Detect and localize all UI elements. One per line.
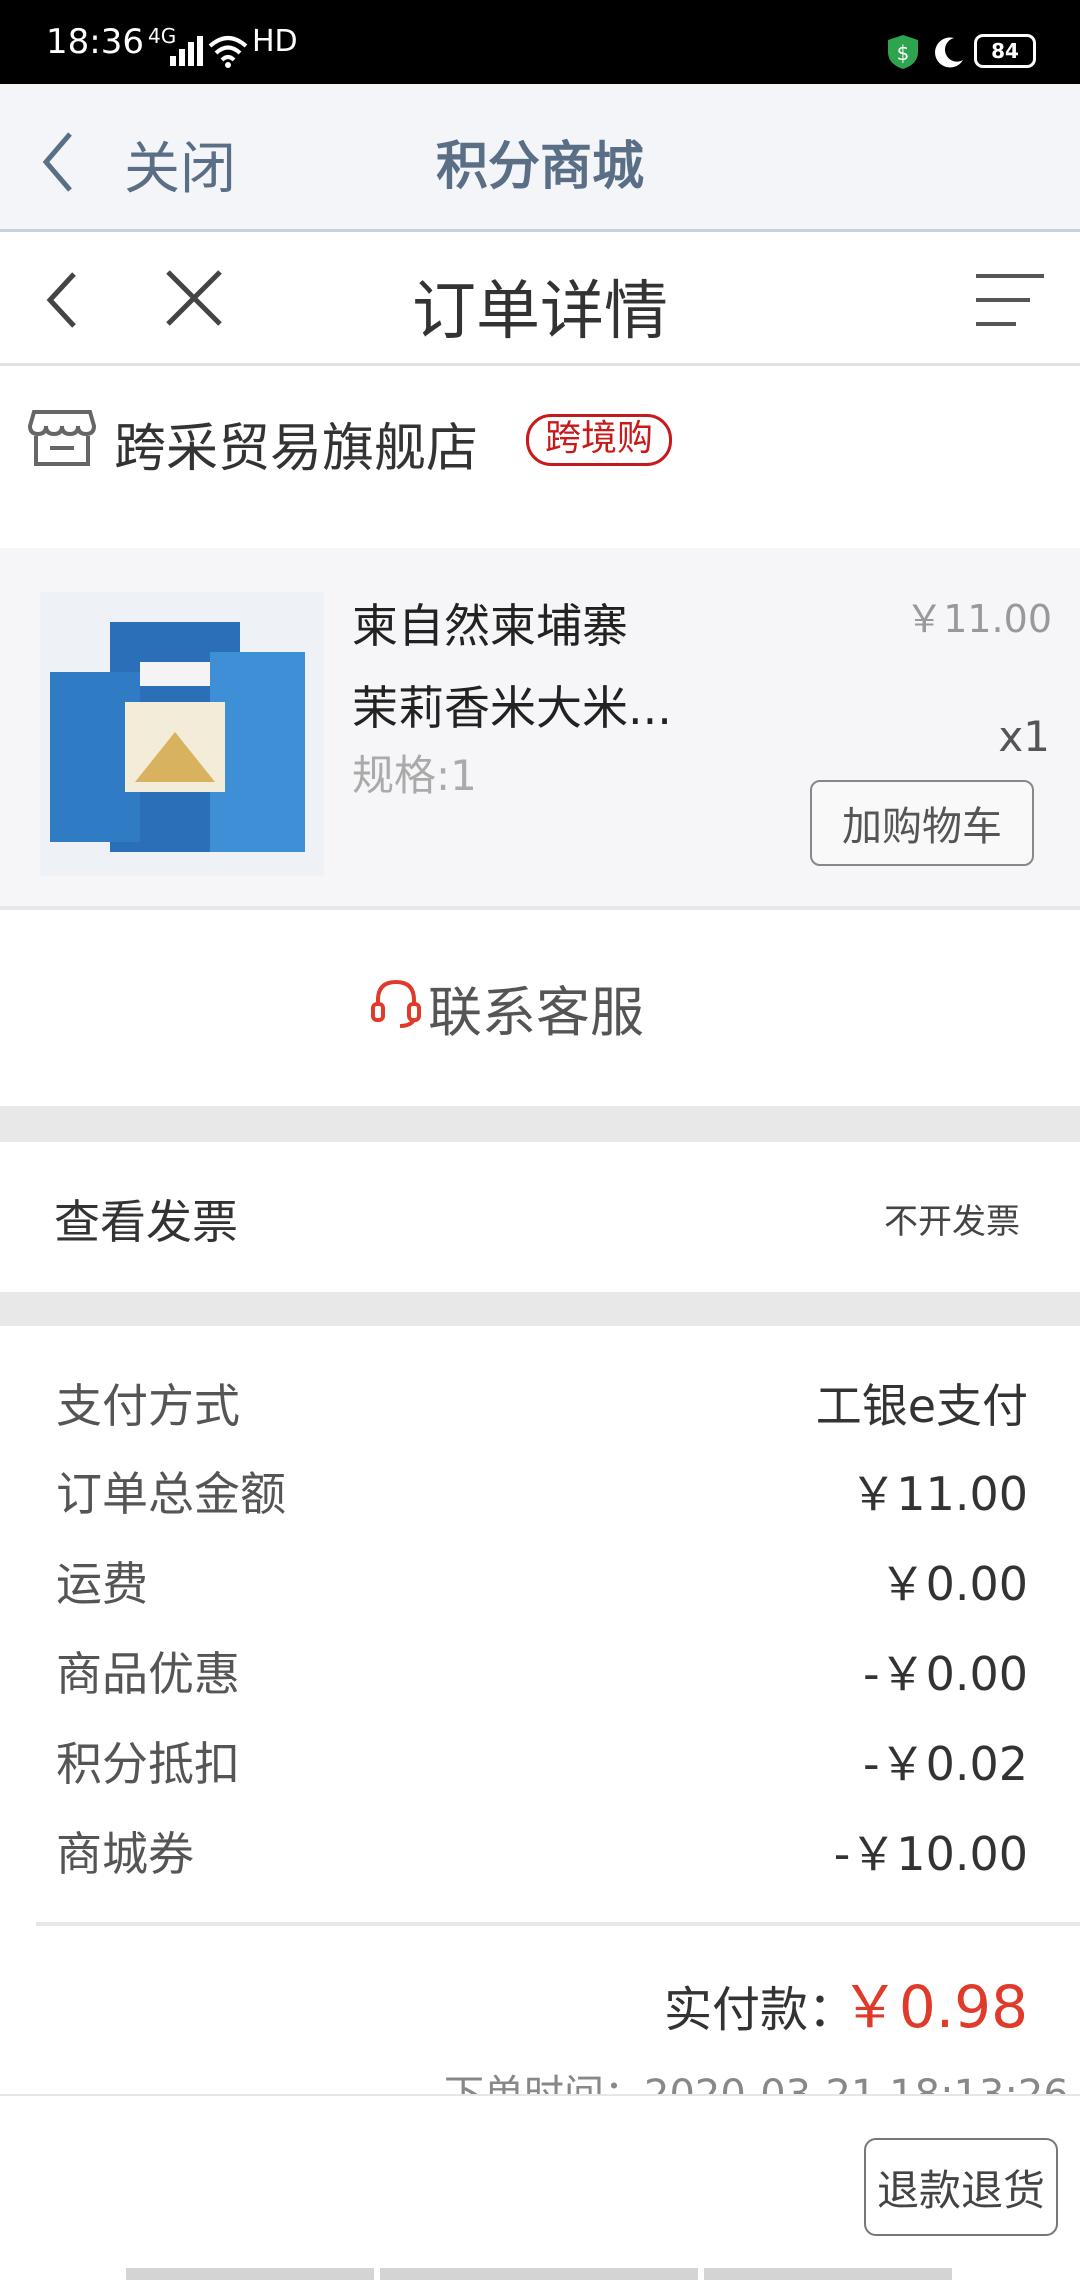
product-discount-label: 商品优惠 bbox=[56, 1647, 240, 1701]
product-discount-value: -￥0.00 bbox=[862, 1647, 1028, 1701]
section-divider bbox=[0, 1292, 1080, 1326]
headset-icon bbox=[371, 979, 421, 1028]
payment-method-label: 支付方式 bbox=[56, 1379, 240, 1433]
points-deduction-label: 积分抵扣 bbox=[56, 1737, 240, 1791]
product-image[interactable] bbox=[40, 592, 324, 876]
product-name-line2[interactable]: 茉莉香米大米... bbox=[352, 672, 672, 738]
amount-paid-label: 实付款： bbox=[664, 1982, 857, 2038]
store-name[interactable]: 跨采贸易旗舰店 bbox=[114, 406, 478, 481]
wifi-icon bbox=[208, 36, 248, 68]
product-price: ￥11.00 bbox=[905, 597, 1052, 641]
product-spec: 规格:1 bbox=[352, 751, 477, 800]
product-quantity: x1 bbox=[998, 712, 1050, 761]
shipping-label: 运费 bbox=[56, 1557, 148, 1611]
payment-method-value: 工银e支付 bbox=[815, 1379, 1028, 1433]
battery-icon: 84 bbox=[974, 34, 1036, 68]
store-icon bbox=[28, 410, 96, 466]
status-time: 18:36 bbox=[46, 22, 144, 62]
invoice-status: 不开发票 bbox=[884, 1202, 1020, 1242]
section-divider bbox=[0, 1106, 1080, 1142]
summary-divider bbox=[36, 1922, 1080, 1926]
cross-border-badge: 跨境购 bbox=[526, 414, 673, 466]
page-title: 订单详情 bbox=[412, 275, 668, 349]
hd-indicator: HD bbox=[252, 24, 298, 59]
svg-text:$: $ bbox=[897, 41, 910, 65]
mall-coupon-value: -￥10.00 bbox=[833, 1827, 1028, 1881]
add-to-cart-button[interactable]: 加购物车 bbox=[810, 780, 1034, 866]
refund-return-button[interactable]: 退款退货 bbox=[864, 2138, 1058, 2236]
contact-service-label[interactable]: 联系客服 bbox=[428, 968, 644, 1047]
order-total-value: ￥11.00 bbox=[850, 1467, 1028, 1521]
mall-coupon-label: 商城券 bbox=[56, 1827, 194, 1881]
shipping-value: ￥0.00 bbox=[879, 1557, 1028, 1611]
view-invoice-label[interactable]: 查看发票 bbox=[54, 1186, 238, 1252]
amount-paid-value: ￥0.98 bbox=[840, 1973, 1028, 2041]
signal-icon bbox=[170, 36, 203, 66]
app-header: 关闭 积分商城 bbox=[0, 84, 1080, 232]
product-name-line1[interactable]: 柬自然柬埔寨 bbox=[352, 590, 628, 656]
shield-icon: $ bbox=[888, 35, 918, 69]
nav-hint-bar bbox=[380, 2268, 698, 2280]
order-total-label: 订单总金额 bbox=[56, 1467, 286, 1521]
page-header: 订单详情 bbox=[0, 232, 1080, 366]
status-bar: 18:36 4G HD $ 84 bbox=[0, 0, 1080, 84]
app-title: 积分商城 bbox=[435, 137, 644, 197]
nav-hint-bar bbox=[126, 2268, 374, 2280]
nav-hint-bar bbox=[704, 2268, 952, 2280]
points-deduction-value: -￥0.02 bbox=[862, 1737, 1028, 1791]
menu-icon[interactable] bbox=[974, 268, 1046, 332]
moon-icon bbox=[935, 37, 963, 68]
